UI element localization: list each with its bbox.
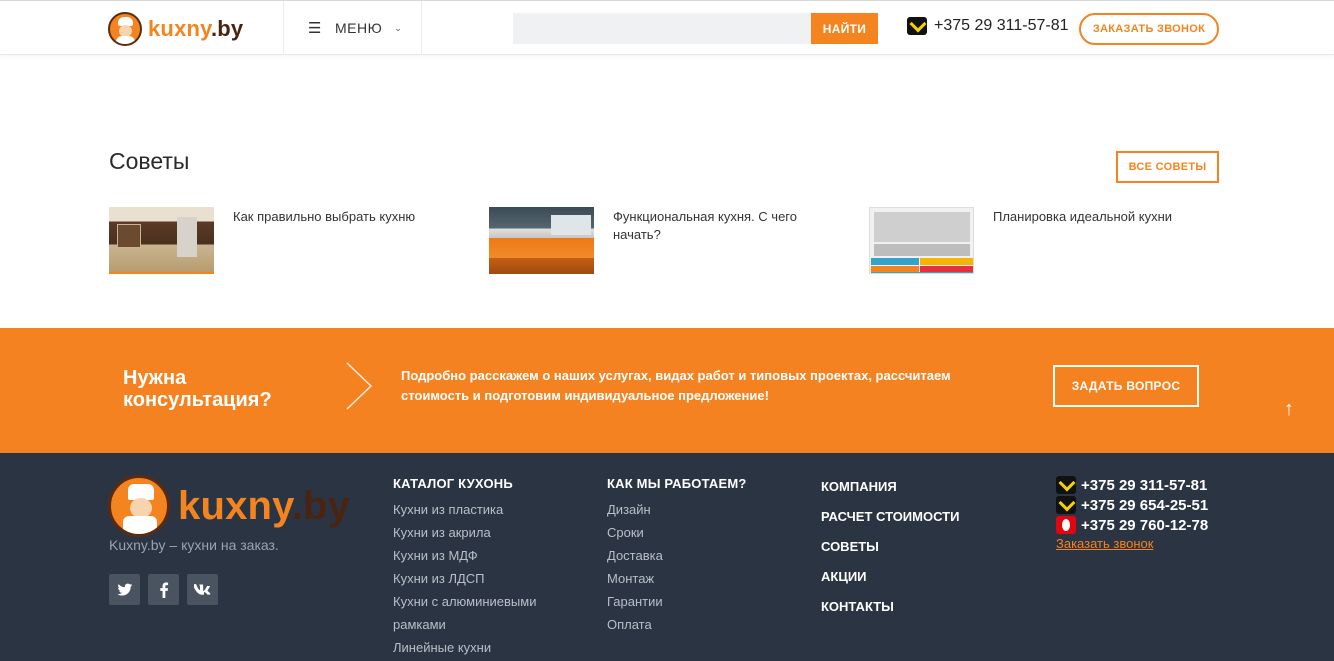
catalog-link[interactable]: Кухни из МДФ [393, 544, 553, 567]
hamburger-icon: ☰ [308, 20, 322, 37]
how-link[interactable]: Доставка [607, 544, 747, 567]
footer-link-company[interactable]: КОМПАНИЯ [821, 472, 959, 502]
social-links [109, 574, 218, 605]
how-link[interactable]: Гарантии [607, 590, 747, 613]
search-input[interactable] [513, 13, 811, 44]
consultation-text: Подробно расскажем о наших услугах, вида… [401, 368, 951, 403]
velcom-icon [907, 17, 927, 35]
ask-question-button[interactable]: ЗАДАТЬ ВОПРОС [1053, 365, 1199, 407]
site-footer: kuxny.by Kuxny.by – кухни на заказ. КАТА… [0, 453, 1334, 661]
tip-title[interactable]: Планировка идеальной кухни [993, 208, 1193, 274]
vk-icon[interactable] [187, 574, 218, 605]
footer-link-pricing[interactable]: РАСЧЕТ СТОИМОСТИ [821, 502, 959, 532]
chevron-right-icon [346, 362, 373, 410]
header-phone-number: +375 29 311-57-81 [934, 17, 1069, 34]
catalog-link[interactable]: Кухни с алюминиевыми рамками [393, 590, 553, 636]
scroll-up-icon[interactable]: ↑ [1284, 398, 1294, 421]
tip-thumbnail[interactable] [489, 207, 594, 274]
tip-title[interactable]: Как правильно выбрать кухню [233, 208, 433, 274]
facebook-icon[interactable] [148, 574, 179, 605]
catalog-link[interactable]: Кухни из акрила [393, 521, 553, 544]
tip-thumbnail[interactable] [109, 207, 214, 274]
tip-card[interactable]: Функциональная кухня. С чего начать? [489, 207, 813, 274]
footer-logo-text: kuxny.by [178, 483, 351, 528]
how-heading[interactable]: КАК МЫ РАБОТАЕМ? [607, 475, 747, 492]
menu-button[interactable]: ☰ МЕНЮ ⌄ [283, 1, 422, 55]
how-link[interactable]: Оплата [607, 613, 747, 636]
all-tips-button[interactable]: ВСЕ СОВЕТЫ [1116, 151, 1219, 183]
footer-phone[interactable]: +375 29 311-57-81 [1056, 475, 1208, 495]
menu-label: МЕНЮ [334, 20, 383, 36]
chevron-down-icon: ⌄ [394, 22, 403, 33]
catalog-heading[interactable]: КАТАЛОГ КУХОНЬ [393, 475, 553, 492]
footer-catalog: КАТАЛОГ КУХОНЬ Кухни из пластика Кухни и… [393, 475, 553, 659]
chef-logo-icon [108, 475, 170, 537]
consultation-banner: Нужна консультация? Подробно расскажем о… [0, 328, 1334, 453]
consultation-title: Нужна консультация? [123, 367, 272, 411]
catalog-link[interactable]: Кухни из пластика [393, 498, 553, 521]
how-link[interactable]: Монтаж [607, 567, 747, 590]
footer-logo[interactable]: kuxny.by [108, 475, 350, 537]
velcom-icon [1056, 476, 1076, 494]
velcom-icon [1056, 496, 1076, 514]
chef-logo-icon [108, 12, 142, 46]
footer-link-contacts[interactable]: КОНТАКТЫ [821, 592, 959, 622]
catalog-link[interactable]: Линейные кухни [393, 636, 553, 659]
footer-phone[interactable]: +375 29 760-12-78 [1056, 515, 1208, 535]
site-header: kuxny.by ☰ МЕНЮ ⌄ НАЙТИ +375 29 311-57-8… [0, 1, 1334, 55]
tip-card[interactable]: Планировка идеальной кухни [869, 207, 1193, 274]
footer-tagline: Kuxny.by – кухни на заказ. [109, 537, 279, 553]
how-link[interactable]: Сроки [607, 521, 747, 544]
header-phone[interactable]: +375 29 311-57-81 [907, 17, 1068, 35]
search-button[interactable]: НАЙТИ [811, 13, 878, 44]
footer-link-tips[interactable]: СОВЕТЫ [821, 532, 959, 562]
site-logo[interactable]: kuxny.by [108, 11, 243, 47]
logo-text: kuxny.by [148, 16, 244, 41]
mts-icon [1056, 516, 1076, 534]
tips-title: Советы [109, 148, 190, 174]
footer-links: КОМПАНИЯ РАСЧЕТ СТОИМОСТИ СОВЕТЫ АКЦИИ К… [821, 472, 959, 622]
tip-card[interactable]: Как правильно выбрать кухню [109, 207, 433, 274]
footer-callback-link[interactable]: Заказать звонок [1056, 536, 1153, 551]
twitter-icon[interactable] [109, 574, 140, 605]
tip-title[interactable]: Функциональная кухня. С чего начать? [613, 208, 813, 274]
footer-link-promos[interactable]: АКЦИИ [821, 562, 959, 592]
tip-thumbnail[interactable] [869, 207, 974, 274]
how-link[interactable]: Дизайн [607, 498, 747, 521]
callback-button[interactable]: ЗАКАЗАТЬ ЗВОНОК [1079, 13, 1219, 45]
footer-phone[interactable]: +375 29 654-25-51 [1056, 495, 1208, 515]
footer-how: КАК МЫ РАБОТАЕМ? Дизайн Сроки Доставка М… [607, 475, 747, 636]
footer-phones: +375 29 311-57-81 +375 29 654-25-51 +375… [1056, 475, 1208, 553]
catalog-link[interactable]: Кухни из ЛДСП [393, 567, 553, 590]
